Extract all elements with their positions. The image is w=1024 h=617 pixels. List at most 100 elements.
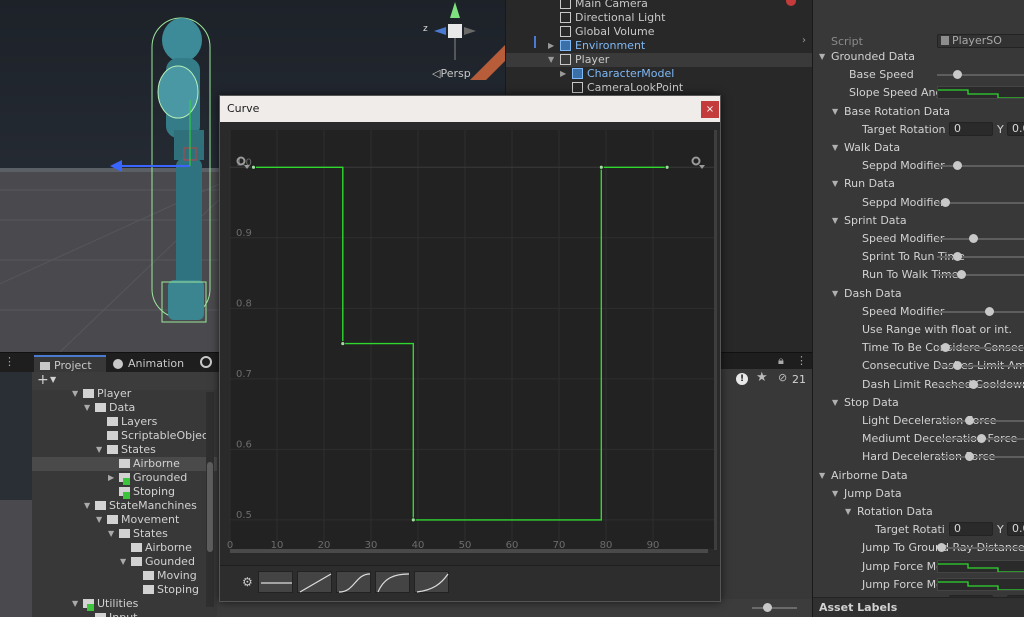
slider-track[interactable] [937,201,1024,204]
project-folder-item[interactable]: Airborne [32,457,217,471]
slider-track[interactable] [937,256,1024,259]
inspector-slider-row[interactable]: Dash Limit Reached Cooldown [813,376,1024,393]
slider-knob[interactable] [969,379,978,389]
keyframe-point[interactable] [664,164,670,170]
project-folder-item[interactable]: Layers [32,415,217,429]
hierarchy-item[interactable]: Main Camera [506,0,813,11]
chevron-down-icon[interactable]: ▼ [832,139,838,156]
slider-knob[interactable] [953,161,962,171]
inspector-header-row[interactable]: ▼ Run Data [813,175,1024,192]
inspector-slider-row[interactable]: Light Deceleration Force [813,412,1024,429]
inspector-header-row[interactable]: ▼ Walk Data [813,139,1024,156]
slider-knob[interactable] [985,306,994,316]
inspector-curve-row[interactable]: Jump Force Mo [813,576,1024,593]
close-button[interactable]: × [701,101,719,118]
slider-track[interactable] [937,165,1024,168]
chevron-down-icon[interactable]: ▼ [832,285,838,302]
project-folder-item[interactable]: ▼ Utilities [32,597,217,611]
chevron-down-icon[interactable]: ▼ [819,467,825,484]
scrollbar-thumb[interactable] [207,462,213,552]
icon-size-knob[interactable] [763,603,772,612]
project-folder-item[interactable]: ▶ Grounded [32,471,217,485]
inspector-vector-row[interactable]: Target Rotati X0Y0.0 [813,521,1024,538]
chevron-down-icon[interactable]: ▼ [50,375,56,384]
curve-preview-field[interactable] [937,559,1024,573]
project-folder-item[interactable]: ▼ StateManchines [32,499,217,513]
preset-ease-in[interactable] [414,571,449,593]
curve-plot[interactable]: 0 10 20 30 40 50 60 70 80 90 0.50.60.70.80.91.0 [220,122,720,554]
inspector-slider-row[interactable]: Mediumt Deceleration Force [813,430,1024,447]
presets-gear-icon[interactable]: ⚙ [242,575,253,589]
warning-filter-icon[interactable]: ! [736,373,748,385]
script-field[interactable]: PlayerSO [937,34,1024,48]
asset-labels-header[interactable]: Asset Labels [813,597,1024,617]
slider-knob[interactable] [957,270,966,280]
chevron-down-icon[interactable]: ▼ [72,597,78,611]
inspector-header-row[interactable]: ▼ Sprint Data [813,212,1024,229]
slider-knob[interactable] [969,234,978,243]
chevron-down-icon[interactable]: ▼ [845,503,851,520]
inspector-header-row[interactable]: ▼ Dash Data [813,285,1024,302]
project-scrollbar[interactable] [206,392,214,607]
chevron-down-icon[interactable]: ▼ [832,103,838,120]
project-folder-item[interactable]: Airborne [32,541,217,555]
inspector-slider-row[interactable]: Sprint To Run Time [813,248,1024,265]
inspector-slider-row[interactable]: Time To Be Considere Consecutive [813,339,1024,356]
inspector-vector-row[interactable]: Target Rotation X0Y0.0 [813,121,1024,138]
horizontal-scrollbar[interactable] [230,549,708,553]
chevron-down-icon[interactable]: ▼ [96,443,102,457]
inspector-slider-row[interactable]: Seppd Modifier [813,157,1024,174]
keyframe-point[interactable] [598,164,604,170]
add-icon[interactable]: + [37,372,49,388]
vector-x-field[interactable]: 0 [949,121,993,136]
chevron-down-icon[interactable]: ▼ [84,401,90,415]
inspector-header-row[interactable]: ▼ Base Rotation Data [813,103,1024,120]
project-folder-item[interactable]: Input [32,611,217,617]
slider-track[interactable] [937,238,1024,240]
slider-track[interactable] [937,310,1024,313]
vector-y-field[interactable]: 0.0 [1007,522,1024,537]
slider-track[interactable] [937,74,1024,77]
project-folder-item[interactable]: ▼ Movement [32,513,217,527]
project-folder-item[interactable]: ▼ Player [32,387,217,401]
inspector-header-row[interactable]: ▼ Airborne Data [813,467,1024,484]
keyframe-point[interactable] [410,517,416,523]
chevron-down-icon[interactable]: ▼ [832,485,838,502]
lock-icon[interactable]: 🔒︎ [778,354,784,368]
project-folder-item[interactable]: ▼ States [32,443,217,457]
inspector-slider-row[interactable]: Seppd Modifier [813,194,1024,211]
tab-animation[interactable]: Animation [108,355,193,373]
project-folder-item[interactable]: Stoping [32,485,217,499]
more-icon[interactable]: ⋮ [4,355,15,368]
chevron-down-icon[interactable]: ▼ [819,48,825,65]
preset-constant[interactable] [258,571,293,593]
inspector-header-row[interactable]: ▼ Rotation Data [813,503,1024,520]
chevron-right-icon[interactable]: › [802,35,806,46]
keyframe-point[interactable] [340,341,346,346]
hierarchy-item[interactable]: Global Volume [506,25,813,39]
vertical-scrollbar[interactable] [714,130,717,550]
chevron-down-icon[interactable]: ▼ [548,53,554,67]
chevron-down-icon[interactable]: ▼ [84,499,90,513]
preset-ease-out[interactable] [375,571,410,593]
inspector-slider-row[interactable]: Run To Walk Time [813,266,1024,283]
curve-preview-field[interactable] [937,577,1024,591]
curve-window-titlebar[interactable]: Curve × [220,96,720,122]
chevron-down-icon[interactable]: ▼ [96,513,102,527]
project-folder-item[interactable]: ▼ Gounded [32,555,217,569]
inspector-slider-row[interactable]: Jump To Ground Ray Distance [813,539,1024,556]
hierarchy-item[interactable]: CameraLookPoint [506,81,813,95]
inspector-slider-row[interactable]: Speed Modifier [813,303,1024,320]
curve-editor-window[interactable]: Curve × 0 10 20 30 40 50 60 70 80 90 0.5 0.6 0.7 0.8… [219,95,721,602]
package-icon[interactable] [200,356,212,368]
chevron-down-icon[interactable]: ▼ [108,527,114,541]
slider-knob[interactable] [953,70,962,80]
inspector-curve-row[interactable]: Slope Speed Angle [813,84,1024,101]
project-folder-item[interactable]: ▼ States [32,527,217,541]
project-folder-item[interactable]: Moving [32,569,217,583]
hierarchy-item[interactable]: ▶ CharacterModel [506,67,813,81]
project-folder-item[interactable]: Stoping [32,583,217,597]
preset-ease-in-out[interactable] [336,571,371,593]
slider-track[interactable] [937,347,1024,350]
inspector-panel[interactable]: Script PlayerSO ▼ Grounded Data Base Speed… [812,0,1024,617]
